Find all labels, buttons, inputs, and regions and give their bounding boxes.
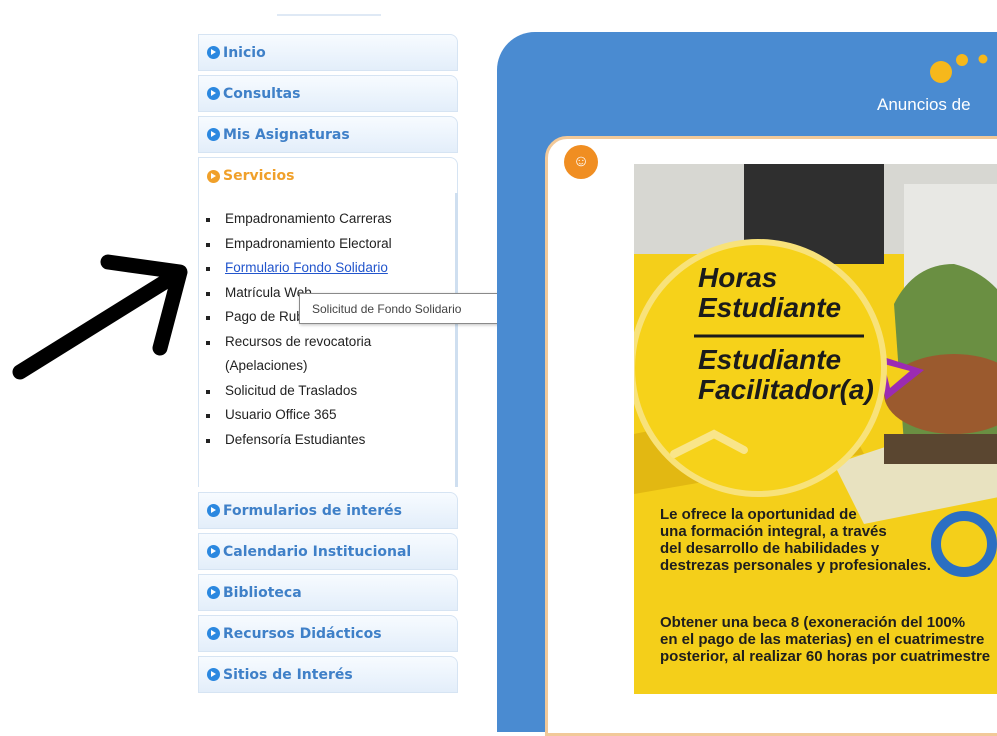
nav-item-mis-asignaturas[interactable]: Mis Asignaturas bbox=[198, 116, 458, 153]
poster-body-line: Le ofrece la oportunidad de bbox=[660, 506, 857, 523]
poster-body-line: en el pago de las materias) en el cuatri… bbox=[660, 631, 985, 648]
poster-body-line: destrezas personales y profesionales. bbox=[660, 557, 931, 574]
submenu-item-continuation[interactable]: (Apelaciones) bbox=[206, 354, 455, 379]
nav-item-label: Recursos Didácticos bbox=[223, 625, 382, 642]
submenu-item[interactable]: Usuario Office 365 bbox=[206, 403, 455, 428]
nav-item-recursos[interactable]: Recursos Didácticos bbox=[198, 615, 458, 652]
nav-item-servicios[interactable]: Servicios bbox=[198, 157, 458, 194]
nav-item-label: Mis Asignaturas bbox=[223, 126, 350, 143]
nav-item-sitios[interactable]: Sitios de Interés bbox=[198, 656, 458, 693]
submenu-item[interactable]: Empadronamiento Electoral bbox=[206, 232, 455, 257]
nav-item-biblioteca[interactable]: Biblioteca bbox=[198, 574, 458, 611]
play-bullet-icon bbox=[207, 87, 220, 100]
submenu-item[interactable]: Recursos de revocatoria bbox=[206, 330, 455, 355]
nav-item-label: Sitios de Interés bbox=[223, 666, 353, 683]
play-bullet-icon bbox=[207, 627, 220, 640]
annotation-arrow-icon bbox=[12, 254, 188, 380]
nav-item-calendario[interactable]: Calendario Institucional bbox=[198, 533, 458, 570]
dots-logo-icon bbox=[930, 54, 988, 83]
play-bullet-icon bbox=[207, 545, 220, 558]
play-bullet-icon bbox=[207, 169, 220, 183]
nav-item-label: Consultas bbox=[223, 85, 301, 102]
submenu-item[interactable]: Solicitud de Traslados bbox=[206, 379, 455, 404]
poster-heading-line3: Estudiante bbox=[698, 344, 842, 375]
poster-body-line: una formación integral, a través bbox=[660, 523, 887, 540]
play-bullet-icon bbox=[207, 504, 220, 517]
nav-item-label: Formularios de interés bbox=[223, 502, 402, 519]
nav-item-label: Calendario Institucional bbox=[223, 543, 412, 560]
poster-body-second: Obtener una beca 8 (exoneración del 100%… bbox=[660, 614, 997, 665]
nav-item-inicio[interactable]: Inicio bbox=[198, 34, 458, 71]
play-bullet-icon bbox=[207, 46, 220, 59]
services-submenu: Empadronamiento Carreras Empadronamiento… bbox=[198, 193, 458, 487]
tooltip: Solicitud de Fondo Solidario bbox=[299, 293, 523, 324]
play-bullet-icon bbox=[207, 128, 220, 141]
play-bullet-icon bbox=[207, 586, 220, 599]
poster-heading-line1: Horas bbox=[698, 262, 778, 293]
nav-item-formularios[interactable]: Formularios de interés bbox=[198, 492, 458, 529]
poster-heading-line4: Facilitador(a) bbox=[698, 374, 874, 405]
submenu-item-hovered[interactable]: Formulario Fondo Solidario bbox=[206, 256, 455, 281]
announcement-poster[interactable]: Horas Estudiante Estudiante Facilitador(… bbox=[634, 164, 997, 694]
poster-heading-line2: Estudiante bbox=[698, 292, 842, 323]
submenu-item[interactable]: Empadronamiento Carreras bbox=[206, 207, 455, 232]
top-divider bbox=[277, 14, 381, 16]
nav-item-label: Inicio bbox=[223, 44, 266, 61]
poster-body-line: Obtener una beca 8 (exoneración del 100% bbox=[660, 614, 966, 631]
panel-title: Anuncios de bbox=[877, 95, 971, 114]
nav-item-label: Biblioteca bbox=[223, 584, 302, 601]
submenu-item[interactable]: Defensoría Estudiantes bbox=[206, 428, 455, 453]
nav-item-consultas[interactable]: Consultas bbox=[198, 75, 458, 112]
nav-item-label: Servicios bbox=[223, 168, 295, 184]
play-bullet-icon bbox=[207, 668, 220, 681]
person-badge-icon: ☺ bbox=[564, 145, 598, 179]
poster-body-line: posterior, al realizar 60 horas por cuat… bbox=[660, 648, 991, 665]
poster-body: Le ofrece la oportunidad de una formació… bbox=[660, 506, 997, 574]
poster-body-line: del desarrollo de habilidades y bbox=[660, 540, 880, 557]
